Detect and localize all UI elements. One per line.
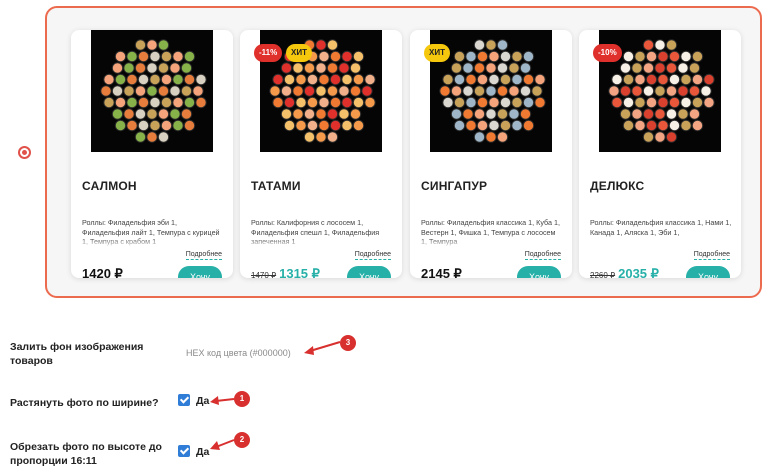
buy-button[interactable]: Хочу [347, 266, 391, 278]
old-price: 1470 ₽ [251, 271, 277, 278]
product-description: Роллы: Филадельфия классика 1, Куба 1, В… [421, 218, 563, 248]
product-name: САЛМОН [82, 179, 137, 193]
hex-color-input[interactable] [180, 340, 308, 366]
product-name: ТАТАМИ [251, 179, 301, 193]
product-card[interactable]: -11% ХИТ ТАТАМИ Роллы: Калифорния с лососем… [240, 30, 402, 278]
product-name: СИНГАПУР [421, 179, 488, 193]
current-price: 1420 ₽ [82, 266, 123, 278]
product-name: ДЕЛЮКС [590, 179, 645, 193]
product-description: Роллы: Калифорния с лососем 1, Филадельф… [251, 218, 393, 248]
bg-fill-label: Залить фон изображения товаров [10, 341, 144, 367]
product-card[interactable]: -10% ДЕЛЮКС Роллы: Филадельфия классика 1,… [579, 30, 741, 278]
product-photo[interactable] [91, 30, 213, 152]
buy-button[interactable]: Хочу [517, 266, 561, 278]
more-link[interactable]: Подробнее [524, 251, 561, 260]
more-link[interactable]: Подробнее [354, 251, 391, 260]
crop-checkbox[interactable] [178, 445, 190, 457]
crop-option-label[interactable]: Да [196, 446, 209, 458]
hit-badge: ХИТ [424, 44, 450, 62]
product-description: Роллы: Филадельфия эби 1, Филадельфия ла… [82, 218, 224, 248]
discount-badge: -10% [593, 44, 622, 62]
old-price: 2260 ₽ [590, 271, 616, 278]
current-price: 1315 ₽ [279, 266, 320, 278]
product-price: 1470 ₽1315 ₽ [251, 266, 320, 278]
product-preview-frame: САЛМОН Роллы: Филадельфия эби 1, Филадель… [45, 6, 762, 298]
stretch-option-label[interactable]: Да [196, 395, 209, 407]
stretch-checkbox[interactable] [178, 394, 190, 406]
product-card[interactable]: ХИТ СИНГАПУР Роллы: Филадельфия классика 1… [410, 30, 572, 278]
crop-label: Обрезать фото по высоте до пропорции 16:… [10, 441, 162, 467]
product-card[interactable]: САЛМОН Роллы: Филадельфия эби 1, Филадель… [71, 30, 233, 278]
product-price: 2145 ₽ [421, 266, 462, 278]
preview-radio[interactable] [18, 146, 31, 159]
hit-badge: ХИТ [286, 44, 312, 62]
discount-badge: -11% [254, 44, 283, 62]
current-price: 2035 ₽ [618, 266, 659, 278]
current-price: 2145 ₽ [421, 266, 462, 278]
marker-1: 1 [234, 391, 250, 407]
more-link[interactable]: Подробнее [693, 251, 730, 260]
marker-2: 2 [234, 432, 250, 448]
buy-button[interactable]: Хочу [686, 266, 730, 278]
more-link[interactable]: Подробнее [185, 251, 222, 260]
buy-button[interactable]: Хочу [178, 266, 222, 278]
product-description: Роллы: Филадельфия классика 1, Нами 1, К… [590, 218, 732, 248]
product-price: 2260 ₽2035 ₽ [590, 266, 659, 278]
marker-3: 3 [340, 335, 356, 351]
stretch-label: Растянуть фото по ширине? [10, 397, 159, 409]
product-price: 1420 ₽ [82, 266, 123, 278]
